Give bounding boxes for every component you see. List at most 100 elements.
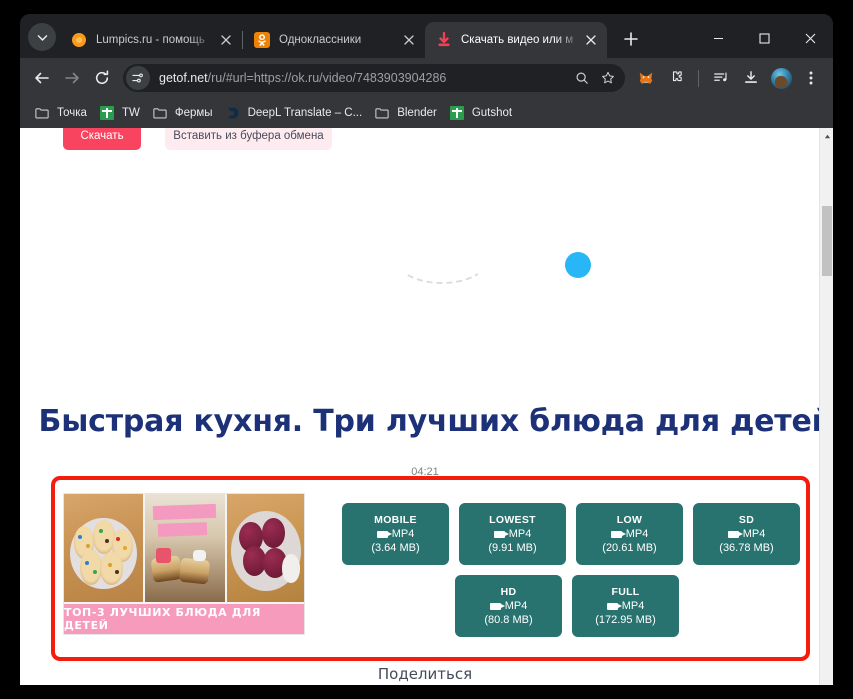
format-button-hd[interactable]: HD MP4 (80.8 MB) xyxy=(455,575,562,637)
scrollbar-up-arrow[interactable] xyxy=(820,128,833,144)
format-quality: LOWEST xyxy=(489,514,536,526)
profile-button[interactable] xyxy=(766,63,796,93)
browser-menu-button[interactable] xyxy=(796,63,826,93)
reload-icon xyxy=(94,70,110,86)
format-quality: FULL xyxy=(611,586,639,598)
forward-arrow-icon xyxy=(64,70,80,86)
video-camera-icon xyxy=(611,531,622,538)
format-quality: LOW xyxy=(617,514,642,526)
zoom-button[interactable] xyxy=(569,65,595,91)
video-camera-icon xyxy=(728,531,739,538)
back-button[interactable] xyxy=(27,63,57,93)
format-size: (9.91 MB) xyxy=(488,542,536,554)
format-button-sd[interactable]: SD MP4 (36.78 MB) xyxy=(693,503,800,565)
share-heading: Поделиться xyxy=(20,665,830,683)
thumbnail-banner: ТОП-3 ЛУЧШИХ БЛЮДА ДЛЯ ДЕТЕЙ xyxy=(64,604,305,634)
reload-button[interactable] xyxy=(87,63,117,93)
format-quality: MOBILE xyxy=(374,514,417,526)
plus-icon xyxy=(624,32,638,46)
site-settings-button[interactable] xyxy=(126,66,150,90)
bookmarks-bar: Точка TW Фермы DeepL Translate – C... Bl… xyxy=(20,98,833,128)
bookmark-tochka[interactable]: Точка xyxy=(30,102,95,124)
close-window-button[interactable] xyxy=(787,22,833,54)
metamask-button[interactable] xyxy=(631,63,661,93)
video-duration: 04:21 xyxy=(20,466,830,478)
format-type: MP4 xyxy=(607,600,645,612)
extensions-button[interactable] xyxy=(661,63,691,93)
bookmark-fermy[interactable]: Фермы xyxy=(148,102,221,124)
tab-title: Lumpics.ru - помощь xyxy=(96,34,216,46)
tab-close-button[interactable] xyxy=(216,30,236,50)
tab-strip: Lumpics.ru - помощь Одноклассники Скачат… xyxy=(20,14,833,58)
format-size: (36.78 MB) xyxy=(719,542,773,554)
window-controls xyxy=(695,22,833,58)
address-bar[interactable]: getof.net/ru/#url=https://ok.ru/video/74… xyxy=(123,64,625,92)
format-buttons-row-2: HD MP4 (80.8 MB) FULL MP4 (172.95 MB) xyxy=(342,575,803,637)
video-camera-icon xyxy=(490,603,501,610)
tab-title: Скачать видео или м xyxy=(461,34,581,46)
tab-title: Одноклассники xyxy=(279,34,399,46)
url-host: getof.net xyxy=(159,71,208,85)
video-camera-icon xyxy=(377,531,388,538)
puzzle-piece-icon xyxy=(668,70,684,86)
paste-clipboard-button[interactable]: Вставить из буфера обмена xyxy=(165,128,332,150)
bookmark-label: Фермы xyxy=(175,107,213,119)
tab-close-button[interactable] xyxy=(581,30,601,50)
media-control-button[interactable] xyxy=(706,63,736,93)
browser-toolbar: getof.net/ru/#url=https://ok.ru/video/74… xyxy=(20,58,833,98)
bookmark-deepl[interactable]: DeepL Translate – C... xyxy=(221,102,371,124)
folder-icon xyxy=(34,105,50,121)
media-playlist-icon xyxy=(713,70,729,86)
tab-lumpics[interactable]: Lumpics.ru - помощь xyxy=(60,22,242,58)
browser-window: Lumpics.ru - помощь Одноклассники Скачат… xyxy=(20,14,833,685)
odnoklassniki-icon xyxy=(254,32,270,48)
format-type: MP4 xyxy=(728,528,766,540)
forward-button[interactable] xyxy=(57,63,87,93)
format-type: MP4 xyxy=(494,528,532,540)
folder-icon xyxy=(374,105,390,121)
url-text: getof.net/ru/#url=https://ok.ru/video/74… xyxy=(159,71,569,85)
format-buttons: MOBILE MP4 (3.64 MB) LOWEST MP4 (9.91 MB… xyxy=(342,503,803,637)
site-settings-icon xyxy=(132,72,144,84)
download-submit-button[interactable]: Скачать xyxy=(63,128,141,150)
thumbnail-panel-title xyxy=(145,494,224,602)
minimize-icon xyxy=(713,33,724,44)
tab-getof[interactable]: Скачать видео или м xyxy=(425,22,607,58)
video-camera-icon xyxy=(607,603,618,610)
thumbnail-panel-dumplings xyxy=(227,494,305,602)
bookmark-label: TW xyxy=(122,107,140,119)
tab-close-button[interactable] xyxy=(399,30,419,50)
video-thumbnail[interactable]: ТОП-3 ЛУЧШИХ БЛЮДА ДЛЯ ДЕТЕЙ xyxy=(63,493,305,635)
bookmark-blender[interactable]: Blender xyxy=(370,102,445,124)
format-button-low[interactable]: LOW MP4 (20.61 MB) xyxy=(576,503,683,565)
screen: Lumpics.ru - помощь Одноклассники Скачат… xyxy=(0,0,853,699)
maximize-icon xyxy=(759,33,770,44)
format-button-full[interactable]: FULL MP4 (172.95 MB) xyxy=(572,575,679,637)
minimize-button[interactable] xyxy=(695,22,741,54)
scrollbar-thumb[interactable] xyxy=(822,206,832,276)
page-scrollbar[interactable] xyxy=(819,128,833,685)
tab-search-button[interactable] xyxy=(28,23,56,51)
maximize-button[interactable] xyxy=(741,22,787,54)
url-path: /ru/#url=https://ok.ru/video/74839039042… xyxy=(208,71,447,85)
new-tab-button[interactable] xyxy=(617,25,645,53)
fox-icon xyxy=(638,70,654,86)
bookmark-gutshot[interactable]: Gutshot xyxy=(445,102,520,124)
bookmark-label: Точка xyxy=(57,107,87,119)
loader-dashed-circle xyxy=(396,236,488,284)
star-icon xyxy=(601,71,615,85)
thumbnail-panel-cookies xyxy=(64,494,143,602)
format-button-lowest[interactable]: LOWEST MP4 (9.91 MB) xyxy=(459,503,566,565)
downloads-button[interactable] xyxy=(736,63,766,93)
format-button-mobile[interactable]: MOBILE MP4 (3.64 MB) xyxy=(342,503,449,565)
download-red-icon xyxy=(436,32,452,48)
video-title: Быстрая кухня. Три лучших блюда для дете… xyxy=(20,404,833,439)
format-type: MP4 xyxy=(377,528,415,540)
google-sheets-icon xyxy=(449,105,465,121)
google-sheets-icon xyxy=(99,105,115,121)
bookmark-button[interactable] xyxy=(595,65,621,91)
bookmark-tw[interactable]: TW xyxy=(95,102,148,124)
tab-odnoklassniki[interactable]: Одноклассники xyxy=(243,22,425,58)
web-page: Скачать Вставить из буфера обмена Быстра… xyxy=(20,128,833,685)
folder-icon xyxy=(152,105,168,121)
